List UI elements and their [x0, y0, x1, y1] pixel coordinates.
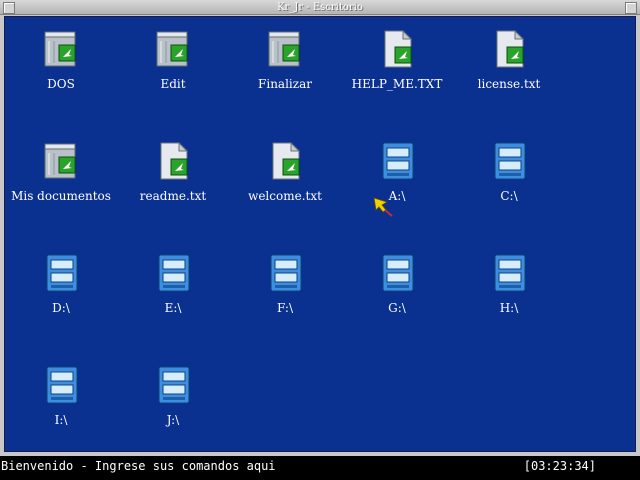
desktop-icon[interactable]: G:\ [341, 247, 453, 355]
drive-icon [267, 253, 303, 293]
desktop-icon[interactable]: readme.txt [117, 135, 229, 243]
desktop-icon[interactable]: J:\ [117, 359, 229, 467]
desktop-area[interactable]: J:\ I:\ H:\ G:\ F:\ E:\ D:\ C:\ A:\ welcome.txt re… [4, 16, 636, 452]
drive-icon [43, 365, 79, 405]
drive-icon [491, 141, 527, 181]
desktop-icon[interactable]: E:\ [117, 247, 229, 355]
mouse-pointer-icon [373, 197, 393, 217]
text-file-icon [267, 141, 303, 181]
window-menu-button[interactable] [3, 2, 15, 14]
title-bar[interactable]: Kr_Jr - Escritorio [0, 0, 640, 15]
text-file-icon [379, 29, 415, 69]
drive-icon [155, 365, 191, 405]
desktop-icon-label: E:\ [164, 301, 182, 315]
desktop-icon[interactable]: Finalizar [229, 23, 341, 131]
drive-icon [379, 253, 415, 293]
desktop-icon-label: DOS [47, 77, 75, 91]
desktop-icon-label: welcome.txt [248, 189, 322, 203]
desktop-icon[interactable]: HELP_ME.TXT [341, 23, 453, 131]
desktop-icon-label: Edit [160, 77, 186, 91]
drive-icon [43, 253, 79, 293]
desktop-icon[interactable]: Edit [117, 23, 229, 131]
status-clock: [03:23:34] [523, 459, 596, 473]
status-bar: Bienvenido - Ingrese sus comandos aqui [… [0, 456, 640, 480]
desktop-icon-label: C:\ [500, 189, 518, 203]
desktop-icon-label: Mis documentos [11, 189, 111, 203]
window-title: Kr_Jr - Escritorio [277, 2, 363, 13]
desktop-icon-label: readme.txt [139, 189, 207, 203]
desktop-icon-label: A:\ [388, 189, 406, 203]
desktop-icon[interactable]: license.txt [453, 23, 565, 131]
desktop-icon[interactable]: C:\ [453, 135, 565, 243]
program-icon [155, 29, 191, 69]
desktop-window: Kr_Jr - Escritorio J:\ I:\ H:\ G:\ F:\ E:\ D:\… [0, 0, 640, 456]
program-icon [43, 29, 79, 69]
program-icon [43, 141, 79, 181]
program-icon [267, 29, 303, 69]
desktop-icon-label: HELP_ME.TXT [351, 77, 443, 91]
desktop-icon[interactable]: F:\ [229, 247, 341, 355]
desktop-icon-label: G:\ [388, 301, 406, 315]
desktop-icon[interactable]: D:\ [5, 247, 117, 355]
drive-icon [155, 253, 191, 293]
desktop-icon-label: I:\ [54, 413, 68, 427]
window-close-button[interactable] [625, 2, 637, 14]
desktop-icon-label: J:\ [166, 413, 180, 427]
status-message: Bienvenido - Ingrese sus comandos aqui [1, 459, 276, 473]
desktop-icon-label: F:\ [277, 301, 293, 315]
desktop-icon-label: Finalizar [258, 77, 312, 91]
text-file-icon [491, 29, 527, 69]
desktop-icon-label: license.txt [477, 77, 541, 91]
text-file-icon [155, 141, 191, 181]
desktop-icon[interactable]: DOS [5, 23, 117, 131]
desktop-icon[interactable]: I:\ [5, 359, 117, 467]
desktop-icon-label: D:\ [52, 301, 70, 315]
desktop-icon[interactable]: A:\ [341, 135, 453, 243]
drive-icon [379, 141, 415, 181]
desktop-icon-label: H:\ [499, 301, 519, 315]
desktop-icon[interactable]: Mis documentos [5, 135, 117, 243]
desktop-icon[interactable]: welcome.txt [229, 135, 341, 243]
desktop-icon[interactable]: H:\ [453, 247, 565, 355]
drive-icon [491, 253, 527, 293]
